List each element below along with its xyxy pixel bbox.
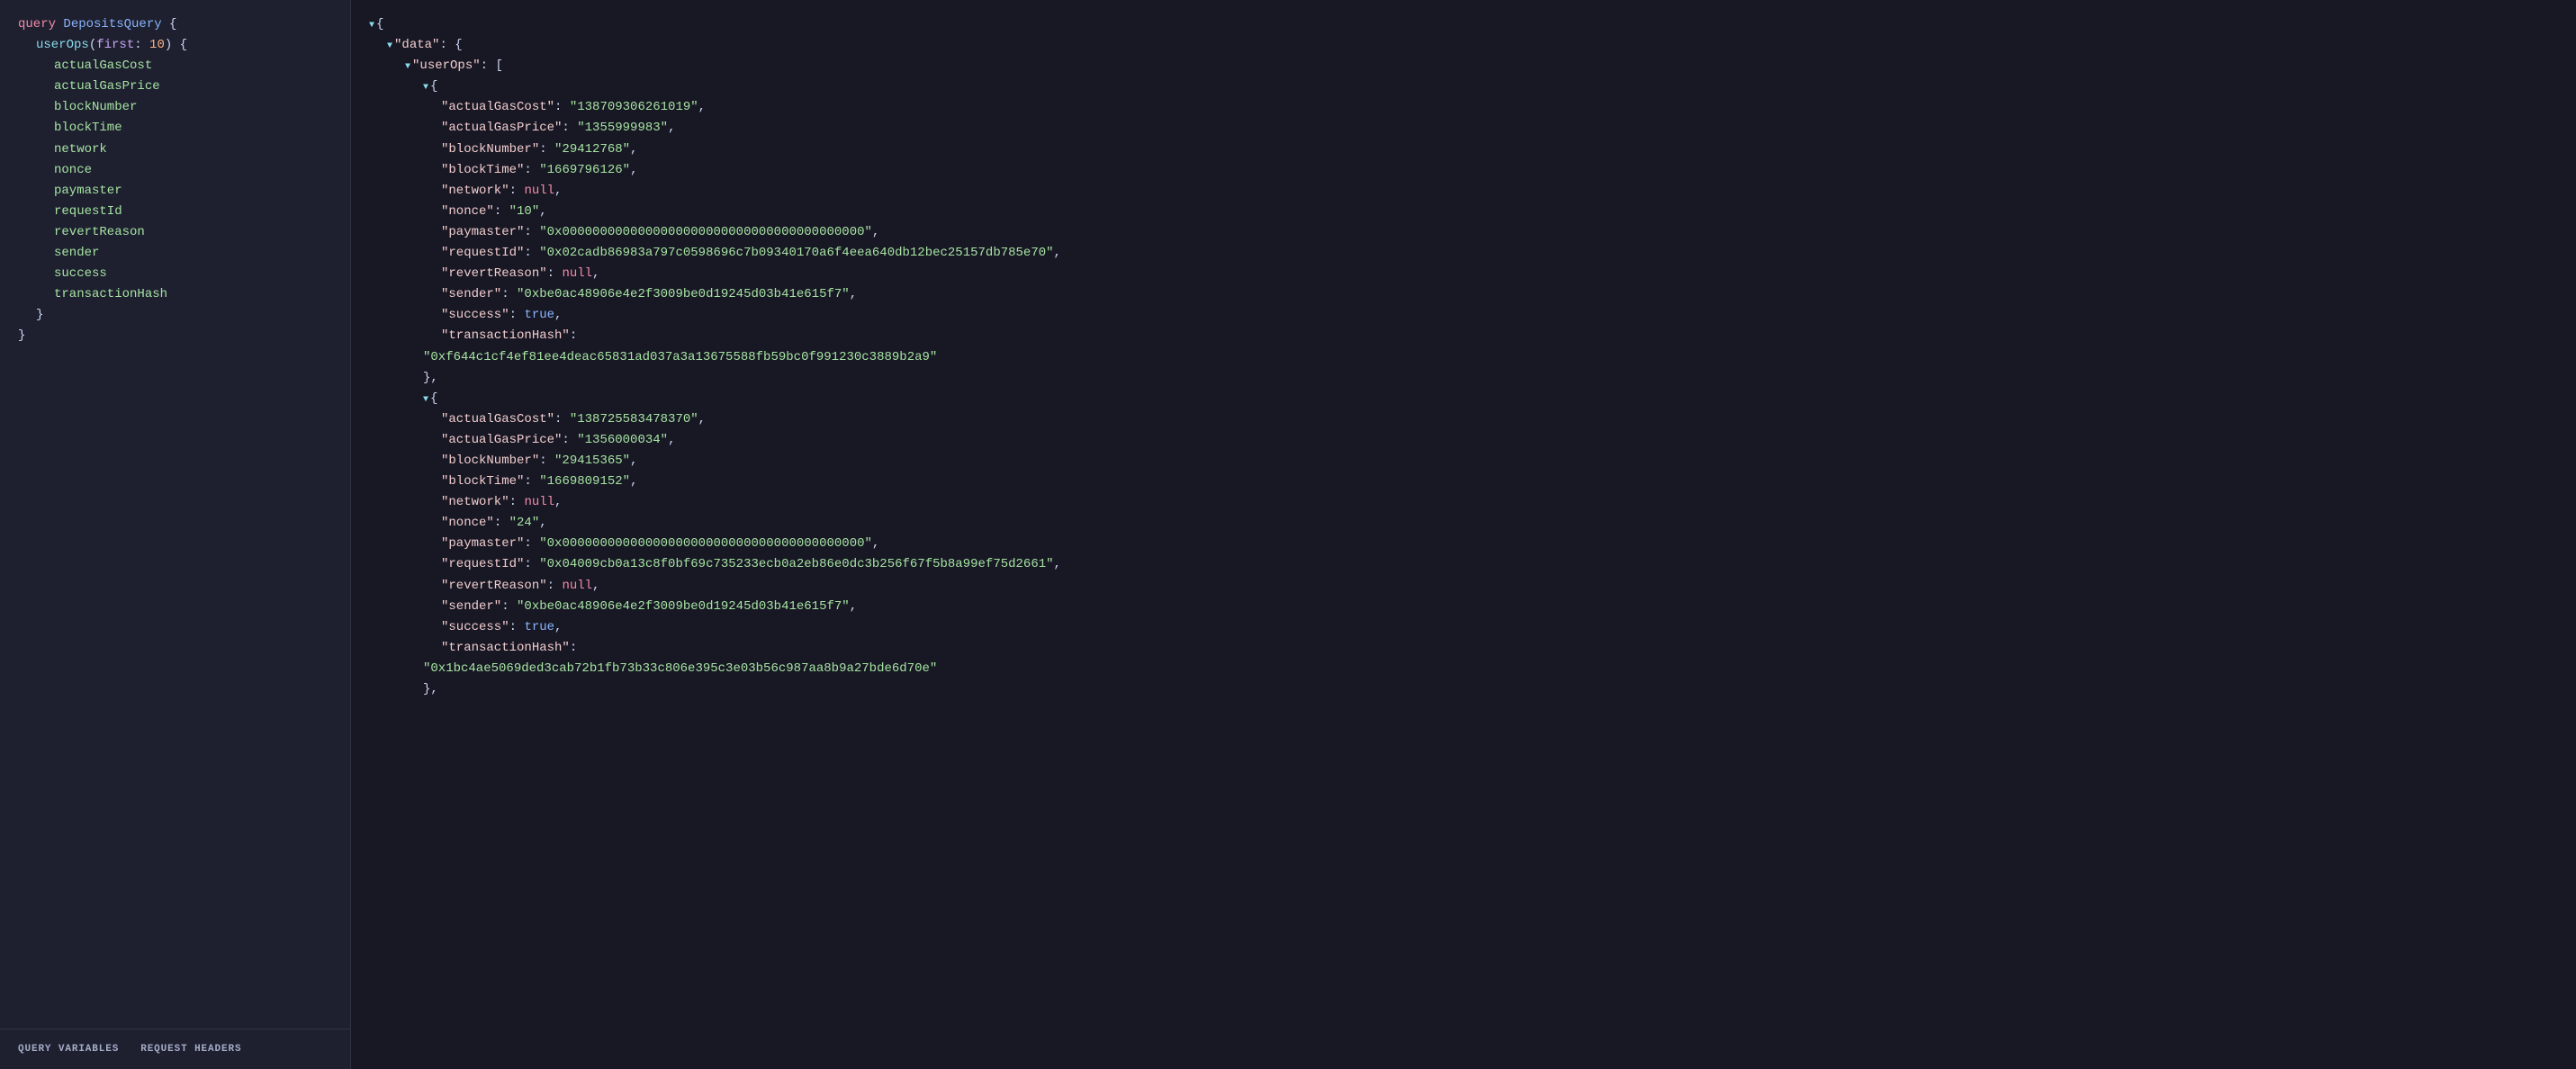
left-panel: query DepositsQuery { userOps(first: 10)… xyxy=(0,0,351,1069)
query-name: DepositsQuery xyxy=(63,17,161,31)
e2-requestId: "requestId": "0x04009cb0a13c8f0bf69c7352… xyxy=(369,554,2558,575)
collapse-userops[interactable]: ▼ xyxy=(405,60,410,76)
field-blockNumber: blockNumber xyxy=(18,97,332,118)
collapse-entry2[interactable]: ▼ xyxy=(423,393,428,409)
param-first: first xyxy=(96,38,134,52)
field-network: network xyxy=(18,139,332,160)
e2-nonce: "nonce": "24", xyxy=(369,513,2558,534)
entry2-close: }, xyxy=(369,679,2558,700)
entry2-open: ▼{ xyxy=(369,389,2558,409)
userop-line: userOps(first: 10) { xyxy=(18,35,332,56)
param-value: 10 xyxy=(149,38,165,52)
data-key-line: ▼"data": { xyxy=(369,35,2558,56)
field-sender: sender xyxy=(18,243,332,264)
e2-transactionHash-val: "0x1bc4ae5069ded3cab72b1fb73b33c806e395c… xyxy=(369,659,2558,679)
e2-network: "network": null, xyxy=(369,492,2558,513)
e2-transactionHash-key: "transactionHash": xyxy=(369,638,2558,659)
field-paymaster: paymaster xyxy=(18,181,332,202)
field-transactionHash: transactionHash xyxy=(18,284,332,305)
e1-sender: "sender": "0xbe0ac48906e4e2f3009be0d1924… xyxy=(369,284,2558,305)
field-blockTime: blockTime xyxy=(18,118,332,139)
right-panel: ▼{ ▼"data": { ▼"userOps": [ ▼{ "actualGa… xyxy=(351,0,2576,1069)
e2-actualGasPrice: "actualGasPrice": "1356000034", xyxy=(369,430,2558,451)
e2-success: "success": true, xyxy=(369,617,2558,638)
field-nonce: nonce xyxy=(18,160,332,181)
e2-blockNumber: "blockNumber": "29415365", xyxy=(369,451,2558,472)
userops-key-line: ▼"userOps": [ xyxy=(369,56,2558,76)
userop-func: userOps xyxy=(36,38,89,52)
entry1-close: }, xyxy=(369,368,2558,389)
collapse-entry1[interactable]: ▼ xyxy=(423,81,428,96)
query-editor: query DepositsQuery { userOps(first: 10)… xyxy=(0,0,350,1029)
field-actualGasCost: actualGasCost xyxy=(18,56,332,76)
close-inner-brace: } xyxy=(18,305,332,326)
e2-sender: "sender": "0xbe0ac48906e4e2f3009be0d1924… xyxy=(369,597,2558,617)
close-outer-brace: } xyxy=(18,326,332,346)
field-success: success xyxy=(18,264,332,284)
tab-request-headers[interactable]: REQUEST HEADERS xyxy=(140,1044,241,1055)
e1-blockTime: "blockTime": "1669796126", xyxy=(369,160,2558,181)
query-line-1: query DepositsQuery { xyxy=(18,14,332,35)
query-keyword: query xyxy=(18,17,56,31)
e1-blockNumber: "blockNumber": "29412768", xyxy=(369,139,2558,160)
field-revertReason: revertReason xyxy=(18,222,332,243)
main-container: query DepositsQuery { userOps(first: 10)… xyxy=(0,0,2576,1069)
e1-actualGasCost: "actualGasCost": "138709306261019", xyxy=(369,97,2558,118)
e1-requestId: "requestId": "0x02cadb86983a797c0598696c… xyxy=(369,243,2558,264)
e1-transactionHash-val: "0xf644c1cf4ef81ee4deac65831ad037a3a1367… xyxy=(369,347,2558,368)
e2-blockTime: "blockTime": "1669809152", xyxy=(369,472,2558,492)
bottom-tabs: QUERY VARIABLES REQUEST HEADERS xyxy=(0,1029,350,1069)
field-actualGasPrice: actualGasPrice xyxy=(18,76,332,97)
e2-paymaster: "paymaster": "0x000000000000000000000000… xyxy=(369,534,2558,554)
e1-revertReason: "revertReason": null, xyxy=(369,264,2558,284)
e1-transactionHash-key: "transactionHash": xyxy=(369,326,2558,346)
e1-paymaster: "paymaster": "0x000000000000000000000000… xyxy=(369,222,2558,243)
e2-revertReason: "revertReason": null, xyxy=(369,576,2558,597)
e1-network: "network": null, xyxy=(369,181,2558,202)
collapse-data[interactable]: ▼ xyxy=(387,40,392,55)
field-requestId: requestId xyxy=(18,202,332,222)
e1-nonce: "nonce": "10", xyxy=(369,202,2558,222)
root-open-brace: ▼{ xyxy=(369,14,2558,35)
collapse-root[interactable]: ▼ xyxy=(369,19,374,34)
e1-success: "success": true, xyxy=(369,305,2558,326)
e1-actualGasPrice: "actualGasPrice": "1355999983", xyxy=(369,118,2558,139)
tab-query-variables[interactable]: QUERY VARIABLES xyxy=(18,1044,119,1055)
e2-actualGasCost: "actualGasCost": "138725583478370", xyxy=(369,409,2558,430)
entry1-open: ▼{ xyxy=(369,76,2558,97)
